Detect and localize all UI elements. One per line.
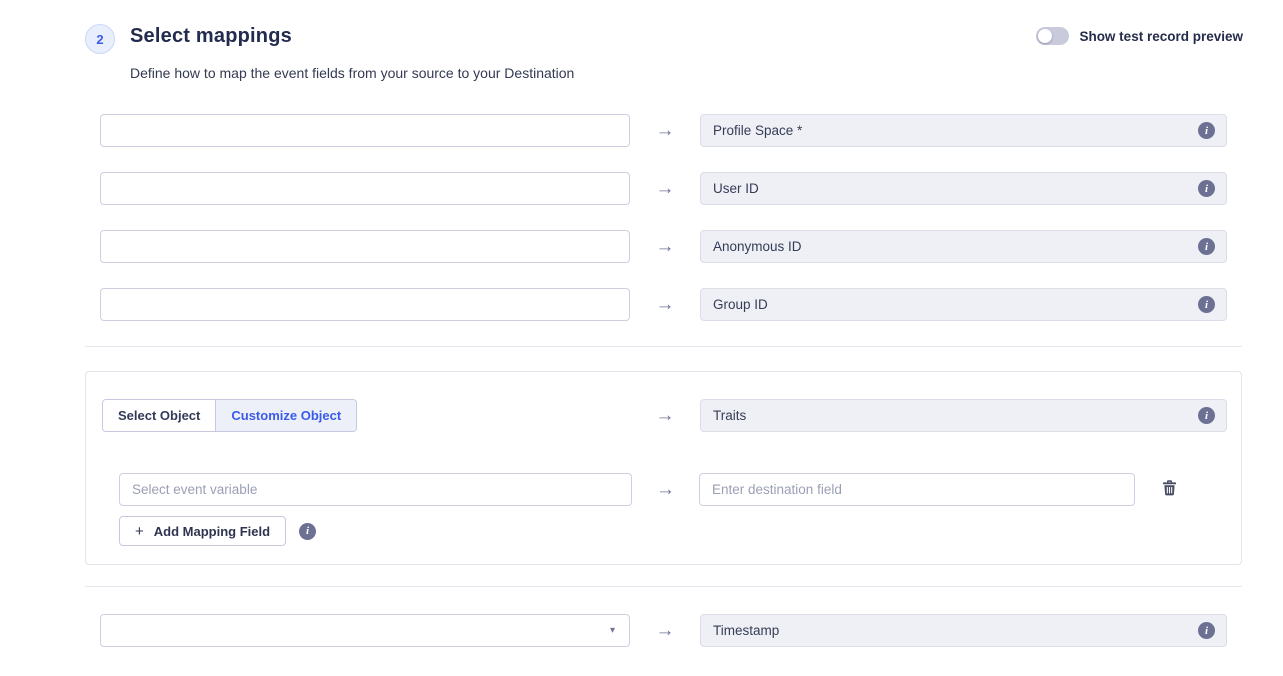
source-field-input[interactable] (100, 230, 630, 263)
tab-select-object[interactable]: Select Object (103, 400, 215, 431)
divider (85, 586, 1242, 587)
destination-field: Profile Space * i (700, 114, 1227, 147)
info-icon[interactable]: i (1198, 296, 1215, 313)
delete-mapping-button[interactable] (1159, 477, 1180, 502)
plus-icon: + (135, 524, 144, 539)
destination-field-label: Timestamp (713, 623, 779, 638)
destination-field-label: Profile Space * (713, 123, 802, 138)
add-mapping-field-label: Add Mapping Field (154, 524, 270, 539)
arrow-right-icon: → (630, 295, 700, 314)
mapping-row-group-id: → Group ID i (100, 288, 1283, 321)
step-number-badge: 2 (85, 24, 115, 54)
destination-field: Group ID i (700, 288, 1227, 321)
destination-field-label: Traits (713, 408, 746, 423)
select-mappings-panel: 2 Select mappings Define how to map the … (0, 0, 1283, 676)
info-icon[interactable]: i (1198, 180, 1215, 197)
destination-field-label: User ID (713, 181, 759, 196)
header: 2 Select mappings Define how to map the … (0, 0, 1283, 82)
page-subtitle: Define how to map the event fields from … (130, 65, 574, 82)
tab-customize-object[interactable]: Customize Object (215, 400, 356, 431)
add-mapping-row: + Add Mapping Field i (119, 516, 1227, 546)
source-field-input[interactable] (100, 114, 630, 147)
toggle-label: Show test record preview (1079, 29, 1243, 44)
chevron-down-icon: ▾ (610, 626, 615, 636)
arrow-right-icon: → (630, 121, 700, 140)
destination-field-label: Anonymous ID (713, 239, 802, 254)
test-record-preview-toggle[interactable] (1036, 27, 1069, 45)
destination-field: User ID i (700, 172, 1227, 205)
destination-field: Timestamp i (700, 614, 1227, 647)
divider (85, 346, 1242, 347)
arrow-right-icon: → (630, 179, 700, 198)
toggle-knob (1038, 29, 1052, 43)
arrow-right-icon: → (630, 406, 700, 425)
add-mapping-field-button[interactable]: + Add Mapping Field (119, 516, 286, 546)
title-block: Select mappings Define how to map the ev… (130, 24, 574, 82)
destination-field-input[interactable] (699, 473, 1135, 506)
info-icon[interactable]: i (1198, 622, 1215, 639)
info-icon[interactable]: i (1198, 122, 1215, 139)
mapping-row-anonymous-id: → Anonymous ID i (100, 230, 1283, 263)
test-record-preview-toggle-group: Show test record preview (1036, 27, 1243, 45)
object-type-tabs: Select Object Customize Object (102, 399, 357, 432)
trash-icon (1161, 479, 1178, 500)
info-icon[interactable]: i (1198, 238, 1215, 255)
destination-field-label: Group ID (713, 297, 768, 312)
event-variable-input[interactable] (119, 473, 632, 506)
destination-field: Anonymous ID i (700, 230, 1227, 263)
mapping-rows: → Profile Space * i → User ID i → Anonym… (0, 114, 1283, 321)
arrow-right-icon: → (630, 621, 700, 640)
mapping-row-user-id: → User ID i (100, 172, 1283, 205)
custom-field-mapping-row: → (119, 473, 1227, 506)
source-field-input[interactable] (100, 288, 630, 321)
mapping-row-timestamp: ▾ → Timestamp i (100, 614, 1283, 647)
object-mapping-section: Select Object Customize Object → Traits … (85, 371, 1242, 565)
timestamp-source-select[interactable]: ▾ (100, 614, 630, 647)
info-icon[interactable]: i (1198, 407, 1215, 424)
destination-field: Traits i (700, 399, 1227, 432)
mapping-row-profile-space: → Profile Space * i (100, 114, 1283, 147)
info-icon[interactable]: i (299, 523, 316, 540)
source-field-input[interactable] (100, 172, 630, 205)
arrow-right-icon: → (630, 237, 700, 256)
arrow-right-icon: → (632, 480, 699, 499)
page-title: Select mappings (130, 24, 574, 48)
mapping-row-traits: Select Object Customize Object → Traits … (102, 399, 1227, 432)
